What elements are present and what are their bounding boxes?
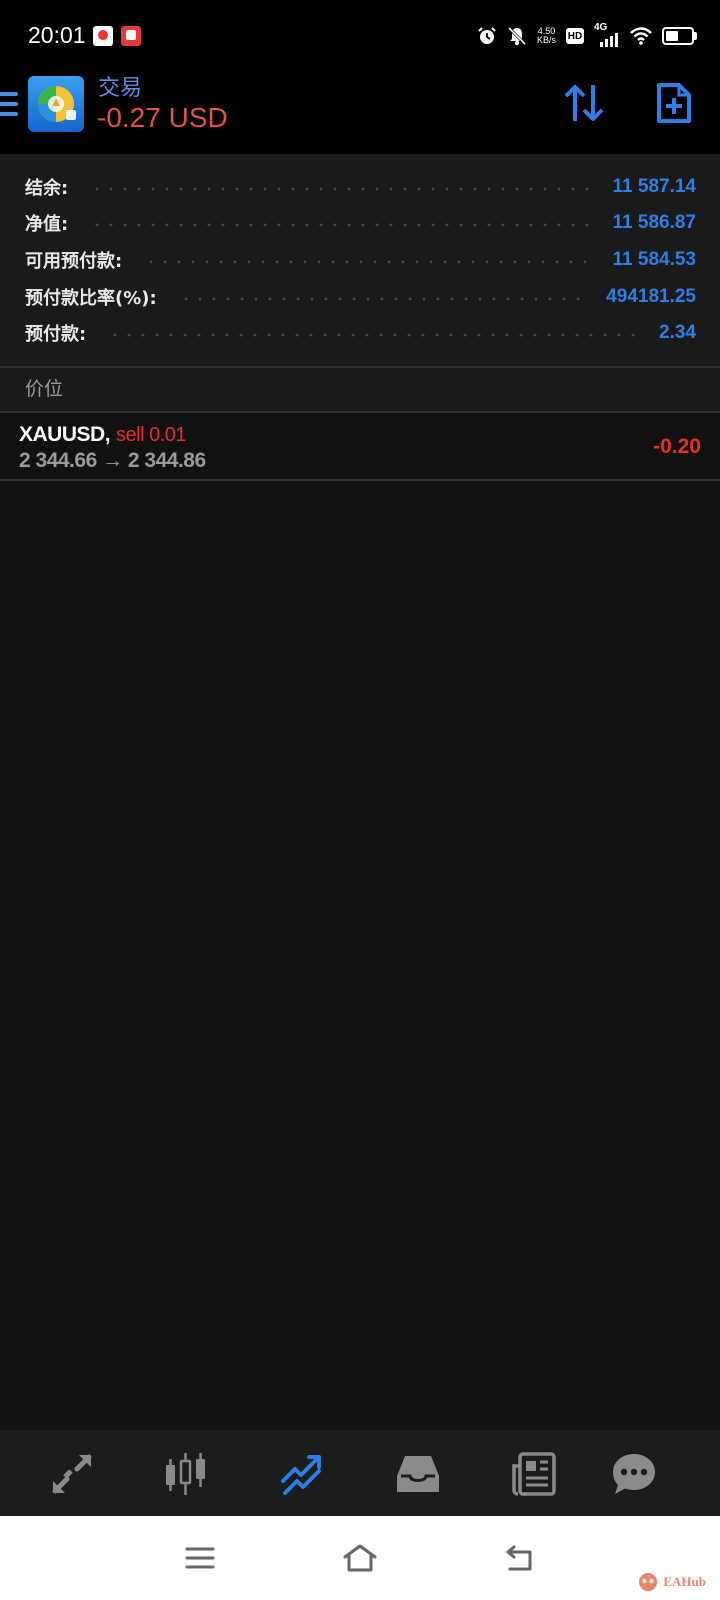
news-icon: [512, 1452, 556, 1496]
hd-badge: HD: [566, 28, 584, 44]
position-symbol: XAUUSD, sell 0.01: [19, 423, 187, 446]
map-notification-icon: [93, 26, 113, 46]
positions-section-header: 价位: [0, 368, 720, 411]
trade-trend-icon: [281, 1455, 321, 1495]
status-bar: 20:01 4.50 KB/s HD 4G: [0, 0, 720, 70]
quotes-icon: [52, 1454, 92, 1494]
system-navigation-bar: EAHub: [0, 1516, 720, 1600]
account-summary: 结余: 11 587.14 净值: 11 586.87 可用预付款: 11 58…: [0, 154, 720, 366]
tab-trade[interactable]: [276, 1448, 328, 1500]
app-notification-icon: [121, 26, 141, 46]
new-document-icon: [657, 83, 691, 123]
bottom-tab-bar: [0, 1430, 720, 1516]
new-order-button[interactable]: [651, 80, 697, 126]
wifi-icon: [630, 27, 652, 45]
signal-icon: 4G: [594, 22, 620, 48]
menu-icon[interactable]: [0, 92, 18, 118]
mute-bell-icon: [507, 26, 527, 46]
position-row[interactable]: XAUUSD, sell 0.01 2 344.66 → 2 344.86 -0.…: [0, 413, 720, 479]
eahub-logo-icon: [639, 1573, 658, 1591]
summary-row-margin: 预付款: 2.34: [25, 322, 696, 345]
section-title: 价位: [25, 378, 64, 400]
summary-row-margin-level: 预付款比率(%): 494181.25: [25, 286, 696, 309]
position-profit: -0.20: [653, 435, 701, 458]
app-header: 交易 -0.27 USD: [0, 70, 720, 154]
home-button[interactable]: [340, 1540, 380, 1576]
summary-row-equity: 净值: 11 586.87: [25, 212, 696, 235]
network-speed: 4.50 KB/s: [536, 26, 556, 45]
candlestick-chart-icon: [166, 1453, 205, 1495]
home-icon: [343, 1544, 377, 1572]
header-total-profit: -0.27 USD: [97, 102, 228, 133]
tab-quotes[interactable]: [46, 1448, 98, 1500]
battery-icon: [662, 27, 697, 45]
tab-messages[interactable]: [608, 1448, 660, 1500]
watermark: EAHub: [637, 1572, 706, 1592]
summary-row-free-margin: 可用预付款: 11 584.53: [25, 249, 696, 272]
back-button[interactable]: [500, 1540, 540, 1576]
summary-row-balance: 结余: 11 587.14: [25, 176, 696, 199]
page-title: 交易: [98, 76, 143, 101]
tab-chart[interactable]: [160, 1448, 212, 1500]
sort-button[interactable]: [561, 80, 607, 126]
recent-apps-button[interactable]: [180, 1540, 220, 1576]
inbox-icon: [397, 1456, 439, 1492]
position-prices: 2 344.66 → 2 344.86: [19, 449, 206, 472]
menu-lines-icon: [185, 1547, 215, 1569]
tab-news[interactable]: [507, 1448, 559, 1500]
status-time: 20:01: [28, 22, 86, 48]
position-type: sell 0.01: [116, 424, 187, 446]
metatrader-logo: [28, 76, 84, 132]
back-icon: [506, 1545, 532, 1571]
divider: [0, 479, 720, 481]
status-icons: 4.50 KB/s HD 4G: [477, 22, 697, 50]
sort-arrows-icon: [564, 85, 604, 121]
alarm-icon: [478, 27, 496, 44]
tab-history[interactable]: [392, 1448, 444, 1500]
chat-bubble-icon: [613, 1454, 655, 1494]
